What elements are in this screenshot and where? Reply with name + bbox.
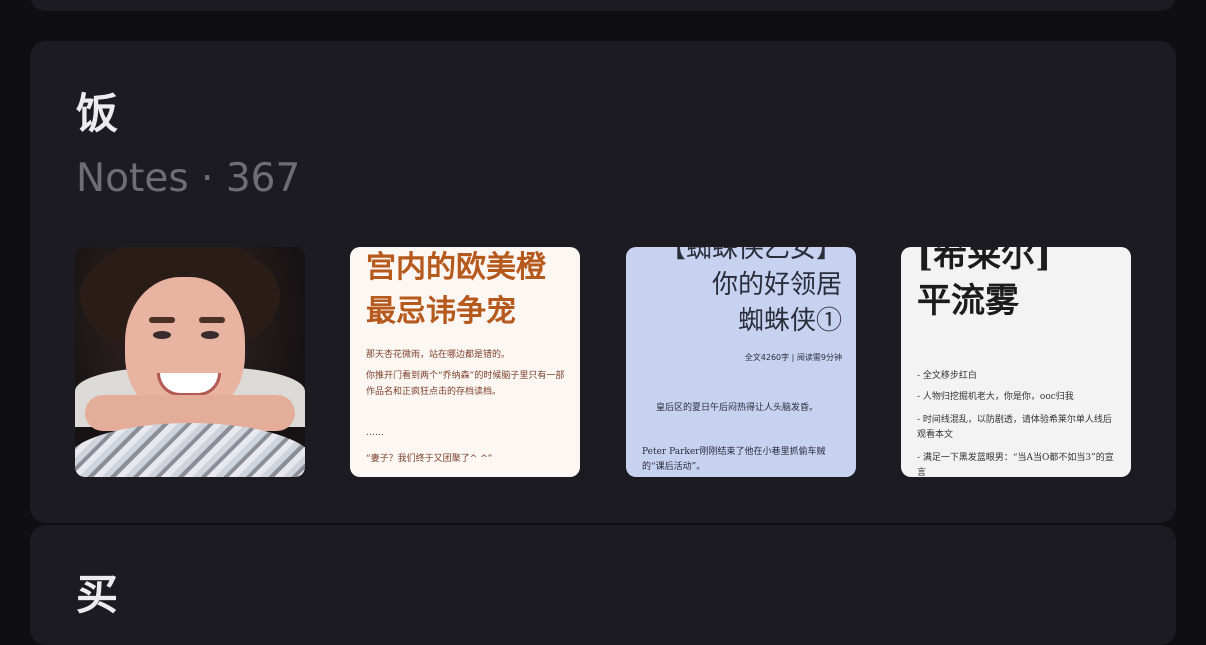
t2-heading-2: 最忌讳争宠 <box>366 294 516 329</box>
note-thumbnail-2[interactable]: 宫内的欧美橙 最忌讳争宠 那天杏花微雨，站在哪边都是错的。 你推开门看到两个“乔… <box>350 247 580 477</box>
t3-meta: 全文4260字 | 阅读需9分钟 <box>744 353 842 362</box>
t2-line-2: 你推开门看到两个“乔纳森”的时候脑子里只有一部作品名和正疯狂点击的存档读档。 <box>366 371 565 397</box>
t4-line-1: - 全文移步红白 <box>917 371 977 381</box>
t4-line-4: - 满足一下黑发蓝眼男：“当A当O都不如当3”的宣言 <box>917 453 1114 477</box>
note-thumbnail-3[interactable]: 【蜘蛛侠乙女】 你的好领居 蜘蛛侠① 全文4260字 | 阅读需9分钟 皇后区的… <box>626 247 856 477</box>
t2-line-3: …… <box>366 428 384 438</box>
photo-eye-right <box>201 331 219 339</box>
t4-line-2: - 人物归挖掘机老大，你是你，ooc归我 <box>917 392 1074 402</box>
t3-line-1: 皇后区的夏日午后闷热得让人头脑发昏。 <box>656 403 819 413</box>
note-thumbnail-photo[interactable] <box>75 247 305 477</box>
t3-heading-1: 【蜘蛛侠乙女】 <box>659 247 842 264</box>
t3-heading-3: 蜘蛛侠① <box>737 306 842 336</box>
collection-note-count: Notes · 367 <box>76 156 301 201</box>
t3-line-2: Peter Parker刚刚结束了他在小巷里抓偷车贼的“课后活动”。 <box>642 447 826 472</box>
t4-heading-2: 平流雾 <box>917 281 1019 321</box>
collection-card[interactable]: 饭 Notes · 367 宫内的欧美橙 最忌讳争宠 那天杏花微雨，站在哪边都是… <box>30 41 1176 523</box>
collection-title: 饭 <box>76 89 119 138</box>
photo-brow-right <box>199 317 225 323</box>
t2-line-1: 那天杏花微雨，站在哪边都是错的。 <box>366 350 511 360</box>
photo-brow-left <box>149 317 175 323</box>
photo-eye-left <box>153 331 171 339</box>
previous-collection-card[interactable] <box>30 0 1176 11</box>
photo-pillow <box>75 423 305 477</box>
t3-heading-2: 你的好领居 <box>711 270 842 300</box>
t4-heading-1: [希莱尔] <box>917 247 1052 275</box>
next-collection-title: 买 <box>76 570 119 619</box>
t2-heading-1: 宫内的欧美橙 <box>366 250 546 285</box>
next-collection-card[interactable]: 买 <box>30 525 1176 645</box>
note-thumbnail-4[interactable]: [希莱尔] 平流雾 - 全文移步红白 - 人物归挖掘机老大，你是你，ooc归我 … <box>901 247 1131 477</box>
t4-line-3: - 时间线混乱，以防剧透，请体验希莱尔单人线后观看本文 <box>917 415 1112 440</box>
t2-line-4: “妻子？我们终于又团聚了^ ^” <box>366 454 493 464</box>
